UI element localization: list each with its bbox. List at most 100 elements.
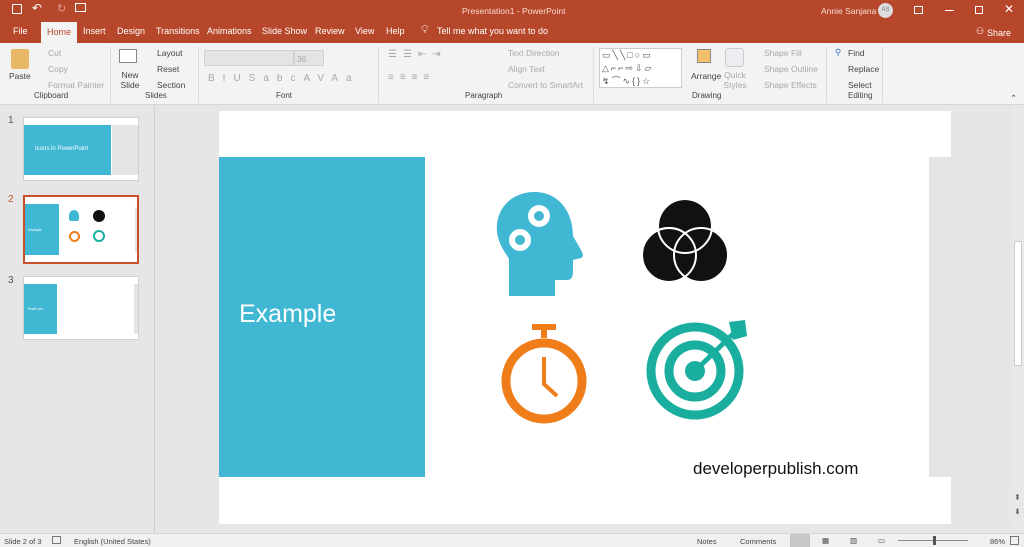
font-format-buttons[interactable]: BIUSabcAVAa (208, 73, 360, 84)
tab-file[interactable]: File (13, 26, 28, 36)
quick-styles-icon[interactable] (725, 48, 744, 67)
slide-canvas[interactable]: Example developerpublish.com (219, 111, 951, 524)
paste-icon[interactable] (11, 49, 29, 69)
find-button[interactable]: Find (848, 48, 865, 58)
window-title: Presentation1 - PowerPoint (462, 6, 566, 16)
search-icon: ⚲ (835, 47, 842, 57)
slide-sorter-button[interactable]: ▦ (822, 536, 829, 545)
shape-outline-button[interactable]: Shape Outline (764, 64, 818, 74)
tab-transitions[interactable]: Transitions (156, 26, 200, 36)
slide-show-button[interactable]: ▭ (878, 536, 885, 545)
save-icon[interactable] (12, 4, 22, 14)
tab-home[interactable]: Home (41, 22, 78, 43)
select-button[interactable]: Select (848, 80, 872, 90)
slide-thumbnail-1[interactable]: Icons in PowerPoint (23, 117, 139, 181)
head-gears-icon[interactable] (495, 190, 585, 296)
convert-smartart-button[interactable]: Convert to SmartArt (508, 80, 583, 90)
format-painter-button[interactable]: Format Painter (48, 80, 104, 90)
arrange-button[interactable]: Arrange (691, 71, 721, 81)
thumbnail-number: 3 (8, 275, 14, 286)
title-shape[interactable]: Example (219, 157, 425, 477)
reset-button[interactable]: Reset (157, 64, 179, 74)
slide-indicator: Slide 2 of 3 (4, 537, 42, 546)
arrange-icon[interactable] (697, 49, 711, 63)
fit-to-window-icon[interactable] (1010, 536, 1019, 545)
notes-button[interactable]: Notes (697, 537, 717, 546)
font-size-dropdown[interactable]: 36 (294, 50, 324, 66)
bullets-buttons[interactable]: ☰☰⇤⇥ (388, 49, 447, 60)
minimize-button[interactable] (945, 10, 954, 11)
venn-diagram-icon[interactable] (640, 197, 730, 285)
editing-group-label: Editing (848, 91, 873, 100)
ribbon-display-options-icon[interactable] (914, 6, 923, 14)
next-slide-icon[interactable]: ⇟ (1014, 507, 1021, 516)
align-buttons[interactable]: ≡≡≡≡ (388, 72, 435, 83)
tab-design[interactable]: Design (117, 26, 145, 36)
comments-button[interactable]: Comments (740, 537, 776, 546)
thumbnail-title: Example (28, 228, 42, 232)
status-bar: Slide 2 of 3 English (United States) Not… (0, 533, 1024, 547)
tab-insert[interactable]: Insert (83, 26, 106, 36)
ribbon-tabs: File Home Insert Design Transitions Anim… (0, 20, 1024, 43)
reading-view-button[interactable]: ▥ (850, 536, 857, 545)
thumbnail-title: Icons in PowerPoint (35, 146, 89, 152)
user-name[interactable]: Annie Sanjana (821, 6, 876, 16)
drawing-group-label: Drawing (692, 91, 722, 100)
layout-button[interactable]: Layout (157, 48, 183, 58)
clipboard-group-label: Clipboard (34, 91, 69, 100)
spell-check-icon[interactable] (52, 536, 61, 544)
section-button[interactable]: Section (157, 80, 185, 90)
font-group-label: Font (276, 91, 293, 100)
thumbnail-number: 1 (8, 115, 14, 126)
start-from-beginning-icon[interactable] (75, 3, 86, 12)
slide-thumbnails-pane: 1 Icons in PowerPoint 2 Example 3 Thank … (0, 105, 155, 533)
slide-thumbnail-2[interactable]: Example (23, 195, 139, 264)
language-indicator[interactable]: English (United States) (74, 537, 151, 546)
font-name-dropdown[interactable] (204, 50, 294, 66)
website-text[interactable]: developerpublish.com (693, 459, 858, 479)
quick-styles-button[interactable]: Quick Styles (722, 70, 748, 90)
copy-button[interactable]: Copy (48, 64, 68, 74)
title-bar: ↶ ↻ Presentation1 - PowerPoint Annie San… (0, 0, 1024, 20)
tab-review[interactable]: Review (315, 26, 345, 36)
shapes-gallery[interactable]: ▭╲╲□○▭ △⌐⌐⇨⇩▱ ↯⌒∿{}☆ (599, 48, 682, 88)
align-text-button[interactable]: Align Text (508, 64, 545, 74)
avatar[interactable]: AS (878, 3, 893, 18)
target-icon[interactable] (645, 320, 750, 422)
cut-button[interactable]: Cut (48, 48, 61, 58)
undo-icon[interactable]: ↶ (32, 1, 42, 15)
collapse-ribbon-icon[interactable]: ⌃ (1010, 93, 1017, 104)
zoom-level[interactable]: 86% (990, 537, 1005, 546)
paste-button[interactable]: Paste (9, 71, 31, 81)
slide-thumbnail-3[interactable]: Thank you (23, 276, 139, 340)
close-button[interactable]: ✕ (1004, 2, 1014, 16)
thumbnail-number: 2 (8, 194, 14, 205)
new-slide-button[interactable]: New Slide (117, 70, 143, 90)
tab-help[interactable]: Help (386, 26, 405, 36)
zoom-slider-thumb[interactable] (933, 536, 936, 545)
paragraph-group-label: Paragraph (465, 91, 503, 100)
text-direction-button[interactable]: Text Direction (508, 48, 560, 58)
right-placeholder-strip (929, 157, 951, 477)
tab-view[interactable]: View (355, 26, 374, 36)
thumbnail-title: Thank you (27, 307, 44, 311)
shape-fill-button[interactable]: Shape Fill (764, 48, 802, 58)
slide-title[interactable]: Example (239, 300, 336, 329)
replace-button[interactable]: Replace (848, 64, 879, 74)
normal-view-button[interactable] (790, 534, 810, 547)
tell-me-input[interactable]: Tell me what you want to do (437, 26, 548, 36)
redo-icon[interactable]: ↻ (57, 2, 66, 15)
scrollbar-thumb[interactable] (1014, 241, 1022, 366)
previous-slide-icon[interactable]: ⇞ (1014, 493, 1021, 502)
shape-effects-button[interactable]: Shape Effects (764, 80, 817, 90)
share-button[interactable]: Share (987, 28, 1011, 38)
new-slide-icon[interactable] (119, 49, 137, 63)
restore-button[interactable] (975, 6, 983, 14)
stopwatch-icon[interactable] (499, 322, 589, 425)
slides-group-label: Slides (145, 91, 167, 100)
vertical-scrollbar[interactable]: ⇞ ⇟ (1012, 105, 1024, 533)
lightbulb-icon: 💡︎ (421, 24, 429, 36)
tab-slide-show[interactable]: Slide Show (262, 26, 307, 36)
tab-animations[interactable]: Animations (207, 26, 252, 36)
ribbon: Paste Cut Copy Format Painter Clipboard … (0, 43, 1024, 105)
